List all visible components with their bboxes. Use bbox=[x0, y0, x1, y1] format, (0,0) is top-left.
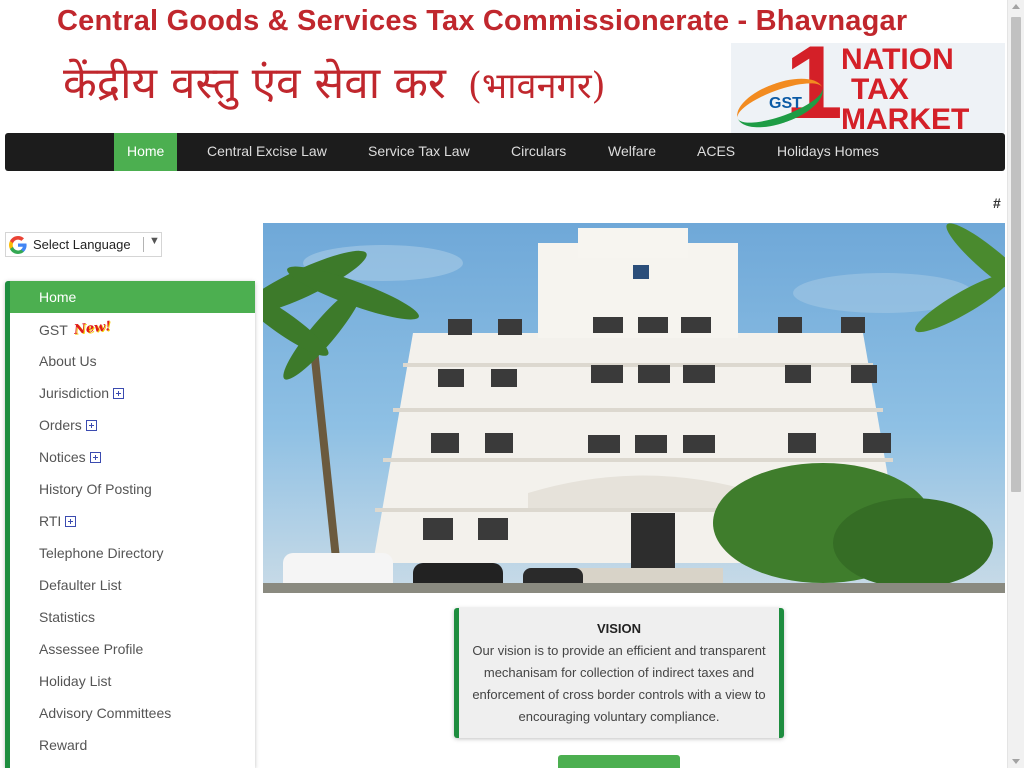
one-nation-one-tax-logo: 1 GST NATION TAX MARKET bbox=[731, 43, 1005, 133]
sidebar-item-label: Statistics bbox=[39, 609, 96, 625]
sidebar-item-gst[interactable]: GST New! bbox=[10, 313, 255, 345]
sidebar-item-label: About Us bbox=[39, 353, 97, 369]
expand-plus-icon[interactable] bbox=[89, 452, 101, 463]
logo-line-nation: NATION bbox=[841, 43, 954, 76]
nav-aces[interactable]: ACES bbox=[684, 133, 748, 171]
sidebar-item-home[interactable]: Home bbox=[10, 281, 255, 313]
vision-text: Our vision is to provide an efficient an… bbox=[472, 643, 766, 724]
green-action-button[interactable] bbox=[558, 755, 680, 768]
sidebar-item-label: Notices bbox=[39, 449, 86, 465]
sidebar-menu: Home GST New! About Us Jurisdiction Order… bbox=[5, 281, 255, 768]
sidebar-item-label: Holiday List bbox=[39, 673, 112, 689]
banner-title-hindi-city: (भावनगर) bbox=[467, 66, 606, 107]
nav-welfare[interactable]: Welfare bbox=[595, 133, 669, 171]
sidebar-item-label: RTI bbox=[39, 513, 62, 529]
language-select-divider bbox=[143, 237, 144, 252]
sidebar-item-reward[interactable]: Reward bbox=[10, 729, 255, 761]
hash-link[interactable]: # bbox=[993, 195, 1001, 211]
sidebar-item-jurisdiction[interactable]: Jurisdiction bbox=[10, 377, 255, 409]
google-g-icon bbox=[9, 236, 27, 254]
nav-central-excise-law[interactable]: Central Excise Law bbox=[194, 133, 340, 171]
sidebar-item-rti[interactable]: RTI bbox=[10, 505, 255, 537]
vision-title: VISION bbox=[596, 621, 642, 636]
sidebar-item-advisory-committees[interactable]: Advisory Committees bbox=[10, 697, 255, 729]
sidebar-item-label: Defaulter List bbox=[39, 577, 122, 593]
sidebar-item-assessee-profile[interactable]: Assessee Profile bbox=[10, 633, 255, 665]
expand-plus-icon[interactable] bbox=[65, 516, 77, 527]
banner-title-hindi-main: केंद्रीय वस्तु एंव सेवा कर bbox=[63, 58, 446, 109]
vertical-scrollbar[interactable] bbox=[1007, 0, 1024, 768]
sidebar-item-defaulter-list[interactable]: Defaulter List bbox=[10, 569, 255, 601]
sidebar-item-label: Telephone Directory bbox=[39, 545, 164, 561]
expand-plus-icon[interactable] bbox=[85, 420, 97, 431]
chevron-down-icon: ▼ bbox=[149, 235, 160, 247]
sidebar-item-statistics[interactable]: Statistics bbox=[10, 601, 255, 633]
sidebar-item-history-of-posting[interactable]: History Of Posting bbox=[10, 473, 255, 505]
logo-line-market: MARKET bbox=[841, 103, 970, 134]
sidebar-item-notices[interactable]: Notices bbox=[10, 441, 255, 473]
banner-title-hindi: केंद्रीय वस्तु एंव सेवा कर (भावनगर) bbox=[63, 51, 606, 111]
banner-title-english: Central Goods & Services Tax Commissione… bbox=[57, 5, 908, 37]
new-badge: New! bbox=[73, 319, 112, 338]
scroll-down-icon[interactable] bbox=[1012, 759, 1020, 764]
language-select[interactable]: Select Language ▼ bbox=[5, 232, 162, 257]
sidebar-item-label: Orders bbox=[39, 417, 82, 433]
sidebar-item-label: Home bbox=[39, 289, 77, 305]
nav-home[interactable]: Home bbox=[114, 133, 178, 171]
nav-holidays-homes[interactable]: Holidays Homes bbox=[764, 133, 892, 171]
logo-gst-text: GST bbox=[769, 95, 802, 112]
sidebar-item-about-us[interactable]: About Us bbox=[10, 345, 255, 377]
expand-plus-icon[interactable] bbox=[113, 388, 125, 399]
sidebar-item-label: Jurisdiction bbox=[39, 385, 110, 401]
scroll-up-icon[interactable] bbox=[1012, 4, 1020, 9]
sidebar-item-label: GST bbox=[39, 322, 68, 338]
site-banner: Central Goods & Services Tax Commissione… bbox=[5, 5, 1005, 133]
office-building-photo bbox=[263, 223, 1005, 593]
language-select-label: Select Language bbox=[33, 237, 131, 252]
sidebar-item-label: Assessee Profile bbox=[39, 641, 144, 657]
logo-line-tax: TAX bbox=[851, 73, 909, 106]
nav-circulars[interactable]: Circulars bbox=[498, 133, 579, 171]
vision-card: VISION Our vision is to provide an effic… bbox=[454, 608, 784, 738]
sidebar-item-holiday-list[interactable]: Holiday List bbox=[10, 665, 255, 697]
top-navbar: Home Central Excise Law Service Tax Law … bbox=[5, 133, 1005, 171]
sidebar-item-telephone-directory[interactable]: Telephone Directory bbox=[10, 537, 255, 569]
sidebar-item-label: Reward bbox=[39, 737, 88, 753]
scroll-thumb[interactable] bbox=[1011, 17, 1021, 492]
nav-service-tax-law[interactable]: Service Tax Law bbox=[355, 133, 483, 171]
sidebar-item-label: Advisory Committees bbox=[39, 705, 172, 721]
sidebar-item-label: History Of Posting bbox=[39, 481, 152, 497]
sidebar-item-orders[interactable]: Orders bbox=[10, 409, 255, 441]
